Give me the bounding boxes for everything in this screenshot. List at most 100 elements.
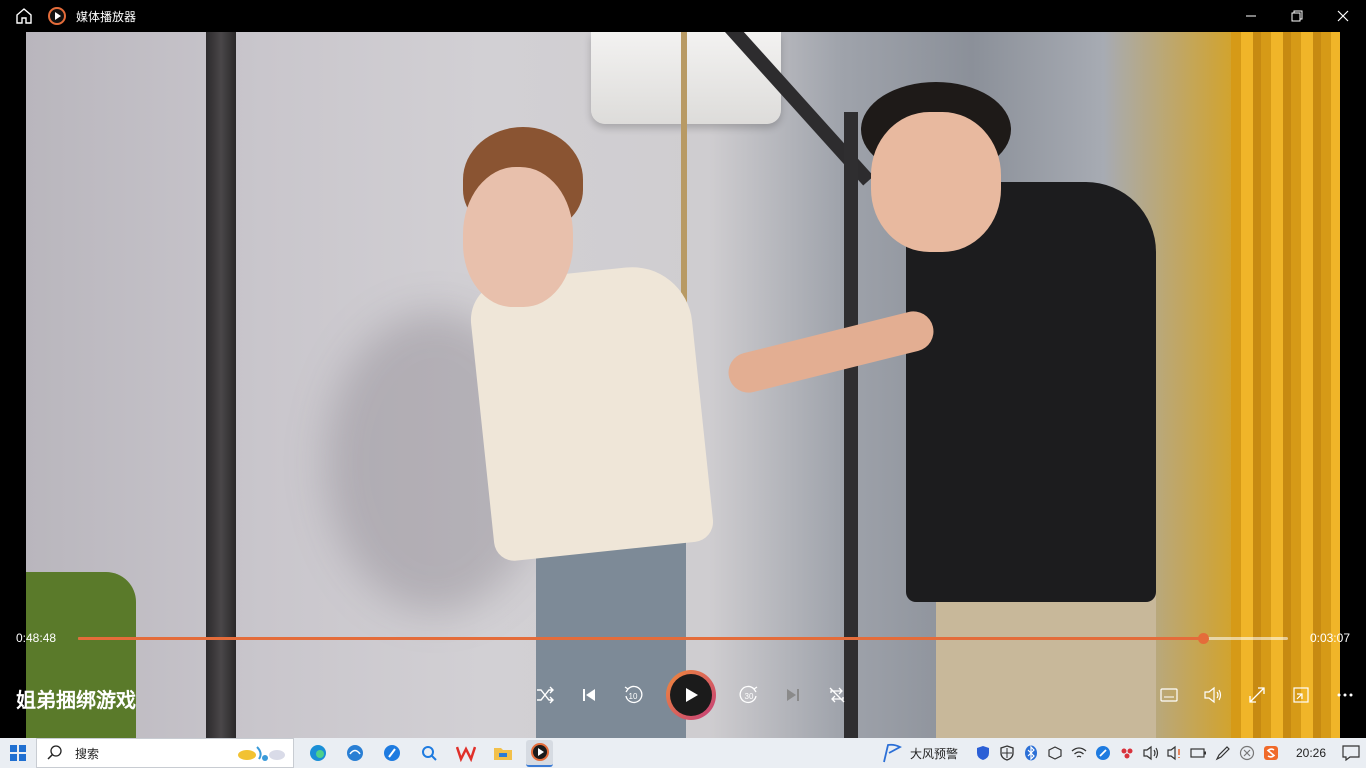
forward-30-button[interactable]: 30 xyxy=(734,680,764,710)
taskbar-feather-app[interactable] xyxy=(378,740,405,767)
magnifier-icon xyxy=(421,746,437,761)
seek-slider-thumb[interactable] xyxy=(1198,633,1210,644)
rewind-10-label: 10 xyxy=(629,692,638,701)
view-controls xyxy=(1154,680,1360,710)
tray-pen[interactable] xyxy=(1214,744,1232,762)
sogou-ime-icon xyxy=(1263,746,1278,760)
wps-icon xyxy=(455,746,476,762)
shield-icon xyxy=(976,746,989,760)
elapsed-time: 0:48:48 xyxy=(16,631,57,645)
restore-icon xyxy=(1291,10,1303,22)
taskbar-search-app[interactable] xyxy=(415,740,442,767)
feather-icon xyxy=(383,745,400,761)
taskbar-clock[interactable]: 20:26 xyxy=(1296,746,1326,760)
transport-controls: 10 30 xyxy=(530,670,852,720)
home-button[interactable] xyxy=(0,0,48,32)
media-title: 姐弟捆绑游戏 xyxy=(16,690,136,712)
rewind-10-button[interactable]: 10 xyxy=(618,680,648,710)
subtitles-button[interactable] xyxy=(1154,680,1184,710)
seek-slider[interactable] xyxy=(78,633,1288,644)
battery-icon xyxy=(1190,748,1206,758)
box-icon xyxy=(1048,746,1062,760)
close-button[interactable] xyxy=(1320,0,1366,32)
search-icon xyxy=(47,745,62,760)
taskbar-edge[interactable] xyxy=(304,740,331,767)
media-player-window: 媒体播放器 0:48:48 0:03:07 姐弟捆绑游戏 10 30 搜索 大风… xyxy=(0,0,1366,768)
tray-battery[interactable] xyxy=(1190,744,1208,762)
home-icon xyxy=(16,8,32,24)
play-button[interactable] xyxy=(666,670,716,720)
tray-shield[interactable] xyxy=(974,744,992,762)
previous-icon xyxy=(583,689,595,701)
search-highlight-icon xyxy=(237,743,287,763)
play-icon xyxy=(686,688,698,702)
wind-warning-icon xyxy=(883,743,902,763)
windows-taskbar: 搜索 大风预警 20:26 xyxy=(0,738,1366,768)
forward-30-label: 30 xyxy=(745,692,754,701)
tray-dots[interactable] xyxy=(1118,744,1136,762)
title-bar: 媒体播放器 xyxy=(0,0,1366,32)
media-player-icon xyxy=(530,743,549,761)
mini-player-icon xyxy=(1293,687,1309,703)
taskbar-file-explorer[interactable] xyxy=(489,740,516,767)
cluster-icon xyxy=(1121,748,1133,759)
security-icon xyxy=(1000,745,1014,761)
person-woman-body xyxy=(466,261,716,563)
repeat-button[interactable] xyxy=(822,680,852,710)
volume-button[interactable] xyxy=(1198,680,1228,710)
tray-wifi[interactable] xyxy=(1070,744,1088,762)
rope xyxy=(681,32,687,322)
remaining-time: 0:03:07 xyxy=(1309,631,1350,645)
person-woman-head xyxy=(463,167,573,307)
window-title: 媒体播放器 xyxy=(76,9,137,24)
close-circle-icon xyxy=(1239,745,1255,761)
subtitles-icon xyxy=(1160,688,1178,702)
forward-30-icon: 30 xyxy=(739,685,758,704)
previous-button[interactable] xyxy=(574,680,604,710)
taskbar-pinned-apps xyxy=(304,739,553,767)
pen-icon xyxy=(1215,746,1230,761)
playback-controls: 姐弟捆绑游戏 10 30 xyxy=(0,660,1366,732)
edge-icon xyxy=(309,745,326,761)
restore-button[interactable] xyxy=(1274,0,1320,32)
shuffle-icon xyxy=(537,686,554,704)
windows-logo-icon xyxy=(10,745,26,761)
more-icon xyxy=(1337,693,1353,697)
tray-close-circle[interactable] xyxy=(1238,744,1256,762)
notification-center-button[interactable] xyxy=(1342,744,1360,762)
weather-widget[interactable]: 大风预警 xyxy=(880,743,958,763)
tray-bluetooth[interactable] xyxy=(1022,744,1040,762)
tray-security[interactable] xyxy=(998,744,1016,762)
tray-speaker-alt[interactable] xyxy=(1166,744,1184,762)
volume-icon xyxy=(1204,686,1222,704)
play-button-inner xyxy=(670,674,712,716)
taskbar-media-player[interactable] xyxy=(526,739,553,767)
taskbar-search-box[interactable]: 搜索 xyxy=(36,738,294,768)
fullscreen-icon xyxy=(1249,687,1265,703)
tray-box[interactable] xyxy=(1046,744,1064,762)
next-button[interactable] xyxy=(778,680,808,710)
taskbar-browser[interactable] xyxy=(341,740,368,767)
weather-text: 大风预警 xyxy=(909,746,958,761)
tray-speaker[interactable] xyxy=(1142,744,1160,762)
fullscreen-button[interactable] xyxy=(1242,680,1272,710)
browser-icon xyxy=(346,745,363,761)
seek-slider-fill xyxy=(78,637,1204,640)
feather-tray-icon xyxy=(1095,746,1110,760)
rewind-10-icon: 10 xyxy=(624,685,643,704)
tray-sogou[interactable] xyxy=(1262,744,1280,762)
shuffle-button[interactable] xyxy=(530,680,560,710)
tray-feather[interactable] xyxy=(1094,744,1112,762)
search-placeholder: 搜索 xyxy=(75,746,100,761)
more-options-button[interactable] xyxy=(1330,680,1360,710)
speaker-alert-icon xyxy=(1167,745,1180,761)
notification-icon xyxy=(1342,745,1360,761)
minimize-button[interactable] xyxy=(1228,0,1274,32)
taskbar-wps[interactable] xyxy=(452,740,479,767)
system-tray: 大风预警 20:26 xyxy=(880,743,1366,763)
mini-player-button[interactable] xyxy=(1286,680,1316,710)
repeat-off-icon xyxy=(829,687,845,703)
start-button[interactable] xyxy=(0,738,36,768)
next-icon xyxy=(787,689,799,701)
speaker-icon xyxy=(1143,745,1159,761)
